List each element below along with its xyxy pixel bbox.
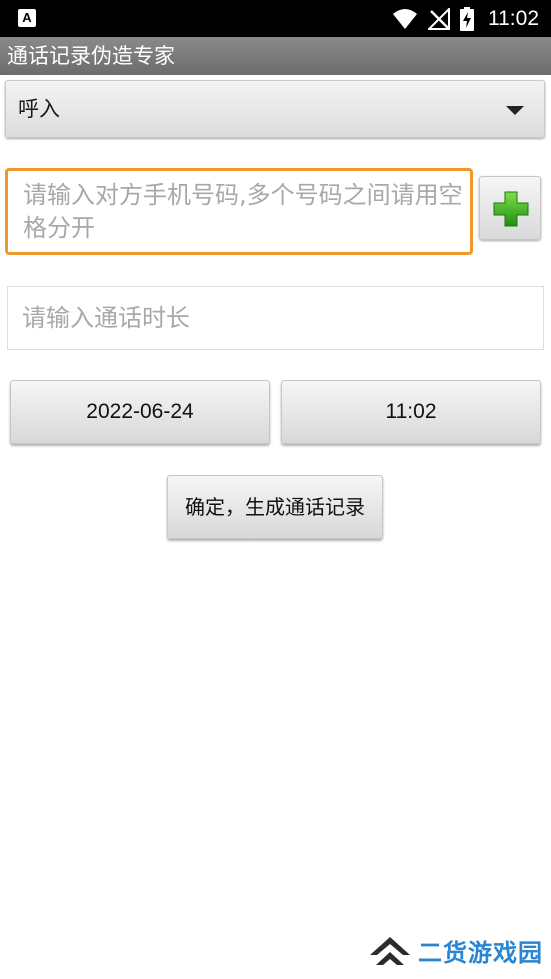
watermark-logo-icon — [370, 937, 410, 965]
generate-call-log-button[interactable]: 确定，生成通话记录 — [167, 475, 383, 539]
status-time: 11:02 — [488, 6, 539, 30]
wifi-icon — [393, 8, 417, 29]
watermark: 二货游戏园 — [368, 933, 543, 973]
add-number-button[interactable] — [479, 176, 541, 240]
date-button-label: 2022-06-24 — [86, 400, 194, 423]
status-icons: 11:02 — [392, 0, 539, 37]
phone-number-placeholder: 请输入对方手机号码,多个号码之间请用空格分开 — [23, 181, 463, 242]
watermark-text: 二货游戏园 — [418, 939, 543, 967]
no-signal-icon — [428, 7, 450, 30]
dropdown-arrow-icon — [506, 106, 524, 115]
call-type-selected: 呼入 — [18, 97, 60, 121]
plus-icon — [493, 191, 529, 227]
phone-number-input[interactable]: 请输入对方手机号码,多个号码之间请用空格分开 — [5, 168, 473, 255]
status-bar: A 11:02 — [0, 0, 551, 37]
call-type-spinner[interactable]: 呼入 — [5, 80, 545, 138]
a-icon: A — [18, 9, 36, 27]
call-duration-input[interactable]: 请输入通话时长 — [7, 286, 544, 350]
generate-call-log-label: 确定，生成通话记录 — [185, 495, 365, 519]
app-title: 通话记录伪造专家 — [7, 44, 175, 68]
title-bar: 通话记录伪造专家 — [0, 37, 551, 75]
call-duration-placeholder: 请输入通话时长 — [22, 304, 190, 332]
date-button[interactable]: 2022-06-24 — [10, 380, 270, 444]
time-button-label: 11:02 — [385, 400, 437, 423]
app-screen: A 11:02 通话记录伪造专家 呼入 请输入对方手机号码,多个号码之间请用空格… — [0, 0, 551, 979]
time-button[interactable]: 11:02 — [281, 380, 541, 444]
battery-charging-icon — [460, 6, 474, 31]
